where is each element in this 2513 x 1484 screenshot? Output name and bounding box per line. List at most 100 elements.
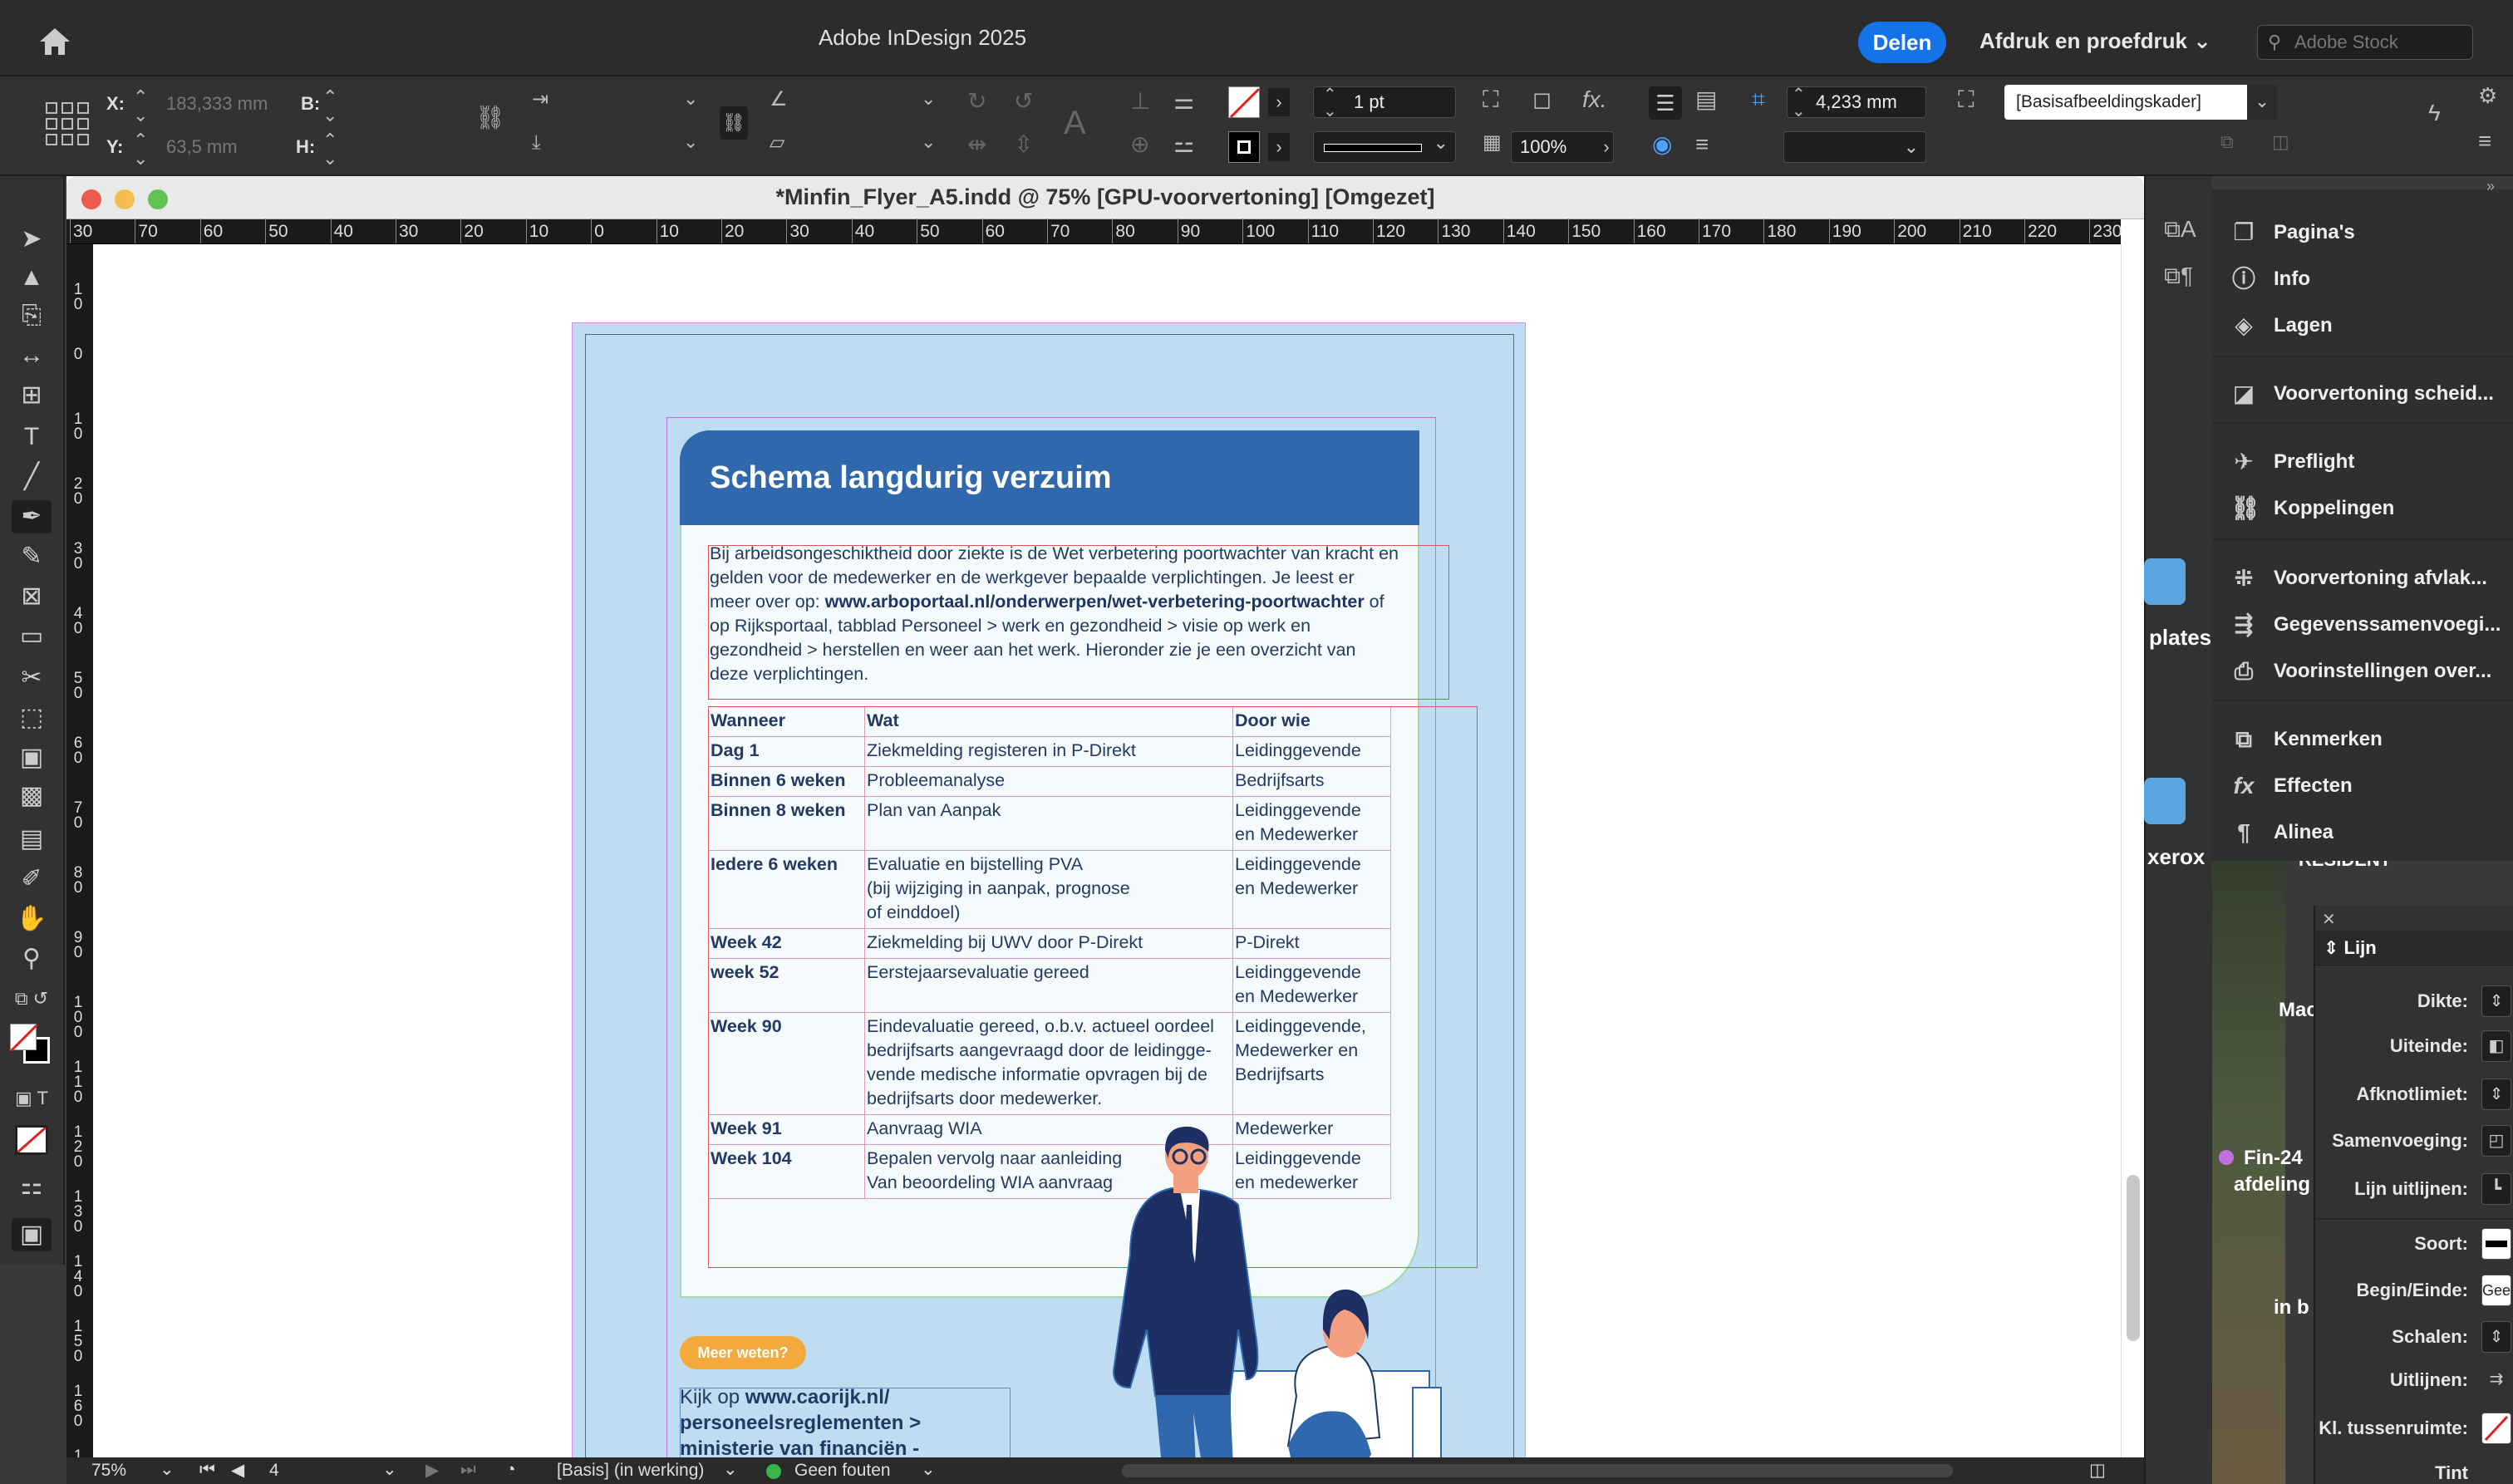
object-style-dropdown[interactable]: [Basisafbeeldingskader] ⌄ <box>2004 85 2277 120</box>
share-button[interactable]: Delen <box>1858 22 1946 63</box>
next-page-icon[interactable]: ▶ <box>425 1460 439 1481</box>
panel-effects[interactable]: fx Effecten <box>2212 763 2513 809</box>
panel-menu-icon[interactable]: ≡ <box>2478 130 2491 153</box>
gap-tool-icon[interactable]: ↔ <box>12 339 52 372</box>
rotate-angle-icon[interactable]: ∠ <box>770 90 788 110</box>
paragraph-styles-icon[interactable]: ⧉¶ <box>2164 264 2193 287</box>
preflight-profile[interactable]: [Basis] (in werking) <box>557 1461 704 1481</box>
fill-menu-button[interactable]: › <box>1268 88 1290 116</box>
panel-info[interactable]: ⓘ Info <box>2212 256 2513 302</box>
stroke-menu-button[interactable]: › <box>1268 133 1290 161</box>
flip-horizontal-icon[interactable]: ⇹ <box>967 133 986 156</box>
direct-selection-tool-icon[interactable]: ▲ <box>12 261 52 294</box>
weight-stepper[interactable]: ⇕ <box>2481 985 2511 1017</box>
horizontal-ruler[interactable]: 30 70 60 50 40 30 20 10 0 10 20 30 40 50 60 70 80 90 100 11… <box>66 219 2187 244</box>
panel-links[interactable]: ⛓ Koppelingen <box>2212 485 2513 532</box>
object-style-icon[interactable]: ⛶ <box>1958 88 1974 111</box>
align-bottom-icon[interactable]: ≡ <box>1695 133 1709 156</box>
screen-mode-icon[interactable]: ▣ <box>12 1218 52 1251</box>
line-tool-icon[interactable]: ╱ <box>12 460 52 494</box>
fill-color-icon[interactable] <box>9 1023 39 1053</box>
gpu-icon[interactable]: ◉ <box>1652 133 1672 156</box>
scale-y-icon[interactable]: ⤓ <box>532 133 541 153</box>
ref-width-stepper[interactable]: ⌃ ⌄ <box>1792 86 1806 120</box>
gap-color-swatch[interactable] <box>2481 1413 2511 1444</box>
align-arrow-button[interactable]: ⇉ <box>2481 1364 2511 1396</box>
panel-attributes[interactable]: ⧉ Kenmerken <box>2212 716 2513 763</box>
meer-weten-badge[interactable]: Meer weten? <box>680 1336 806 1369</box>
type-tool-icon[interactable]: T <box>12 420 52 454</box>
note-tool-icon[interactable]: ▤ <box>12 823 52 856</box>
page-number-field[interactable]: 4 <box>269 1461 279 1481</box>
close-panel-icon[interactable]: ✕ <box>2322 909 2336 930</box>
settings-gear-icon[interactable]: ⚙ <box>2478 85 2497 106</box>
page-dropdown-icon[interactable]: ⌄ <box>382 1459 397 1480</box>
begin-end-dropdown[interactable]: Gee <box>2481 1275 2511 1306</box>
vertical-scrollbar[interactable] <box>2121 244 2144 1457</box>
rotate-cw-icon[interactable]: ↻ <box>967 90 986 113</box>
panel-layers[interactable]: ◈ Lagen <box>2212 302 2513 349</box>
panel-preflight[interactable]: ✈ Preflight <box>2212 439 2513 485</box>
vertical-ruler[interactable]: 1 0 0 1 0 2 0 3 0 4 0 5 0 6 0 7 0 8 0 9 0 1 0 0 1 1 … <box>66 244 93 1484</box>
opacity-menu-button[interactable]: › <box>1596 133 1617 161</box>
stroke-swatch[interactable] <box>1228 131 1260 163</box>
eyedropper-tool-icon[interactable]: ✐ <box>12 862 52 896</box>
horizontal-scroll-thumb[interactable] <box>1122 1464 1953 1477</box>
fx-icon[interactable]: fx. <box>1582 88 1607 111</box>
align-stroke-button[interactable]: ┗ <box>2481 1173 2511 1205</box>
shear-angle-icon[interactable]: ▱ <box>770 133 784 153</box>
panel-pages[interactable]: ❐ Pagina's <box>2212 209 2513 256</box>
default-colors-icon[interactable]: ⧉ ↺ <box>12 982 52 1015</box>
text-frame-icon[interactable]: A <box>1064 106 1086 140</box>
split-view-icon[interactable]: ◫ <box>2089 1460 2106 1481</box>
fit-content-icon[interactable]: ⛶ <box>1483 88 1499 111</box>
rectangle-frame-tool-icon[interactable]: ⊠ <box>12 580 52 613</box>
page-tool-icon[interactable]: ⎘ <box>12 299 52 332</box>
reference-point-icon[interactable] <box>45 101 90 146</box>
zoom-level[interactable]: 75% <box>91 1461 126 1481</box>
quick-actions-icon[interactable]: ϟ <box>2428 101 2441 125</box>
view-mode-icon[interactable]: ⚏ <box>12 1170 52 1203</box>
workspace-switcher[interactable]: Afdruk en proefdruk ⌄ <box>1979 28 2211 54</box>
panel-presets[interactable]: ⎙ Voorinstellingen over... <box>2212 648 2513 695</box>
scissors-tool-icon[interactable]: ✂ <box>12 661 52 695</box>
text-wrap-bbox-icon[interactable]: ▤ <box>1695 88 1717 111</box>
gradient-swatch-tool-icon[interactable]: ▣ <box>12 741 52 774</box>
opacity-icon[interactable]: ▦ <box>1483 133 1502 153</box>
vertical-scroll-thumb[interactable] <box>2127 1175 2140 1341</box>
distribute-center-icon[interactable]: ⚍ <box>1173 133 1194 156</box>
chevron-down-icon[interactable]: ⌄ <box>160 1459 175 1480</box>
panel-paragraph[interactable]: ¶ Alinea <box>2212 809 2513 856</box>
collapse-panels-icon[interactable]: » <box>2486 178 2495 195</box>
align-center-icon[interactable]: ⊕ <box>1130 133 1149 156</box>
scale-x-icon[interactable]: ⇥ <box>532 90 548 110</box>
rotate-ccw-icon[interactable]: ↺ <box>1014 90 1033 113</box>
stroke-type-dropdown[interactable]: ⌄ <box>1313 131 1456 163</box>
free-transform-tool-icon[interactable]: ⬚ <box>12 701 52 735</box>
panel-separations[interactable]: ◪ Voorvertoning scheid... <box>2212 371 2513 417</box>
content-collector-icon[interactable]: ⊞ <box>12 379 52 412</box>
type-dropdown[interactable] <box>2481 1228 2511 1260</box>
y-field[interactable]: 63,5 mm <box>166 136 238 158</box>
drop-shadow-icon[interactable]: ◻ <box>1532 88 1552 111</box>
gradient-feather-tool-icon[interactable]: ▩ <box>12 779 52 813</box>
scale-stepper[interactable]: ⇕ <box>2481 1321 2511 1353</box>
pencil-tool-icon[interactable]: ✎ <box>12 540 52 573</box>
width-stepper[interactable]: ⌃ ⌄ <box>322 88 337 125</box>
shear-dropdown[interactable]: ⌄ <box>921 133 936 151</box>
miter-stepper[interactable]: ⇕ <box>2481 1079 2511 1110</box>
flip-vertical-icon[interactable]: ⇳ <box>1014 133 1033 156</box>
panel-data-merge[interactable]: ⇶ Gegevenssamenvoegi... <box>2212 602 2513 648</box>
clear-overrides-icon[interactable]: ⧉ <box>2220 133 2234 151</box>
ref-size-icon[interactable]: ⌗ <box>1752 88 1765 111</box>
align-top-icon[interactable]: ⊥ <box>1130 90 1150 113</box>
people-illustration[interactable] <box>1080 1122 1463 1484</box>
last-page-icon[interactable]: ⏭ <box>460 1460 476 1480</box>
stroke-weight-stepper[interactable]: ⌃ ⌄ <box>1323 86 1337 120</box>
ref-width-field[interactable]: 4,233 mm <box>1787 86 1926 118</box>
empty-dropdown[interactable]: ⌄ <box>1783 131 1926 163</box>
rectangle-tool-icon[interactable]: ▭ <box>12 620 52 653</box>
fill-swatch[interactable] <box>1228 86 1261 119</box>
join-button[interactable]: ◰ <box>2481 1125 2511 1157</box>
character-styles-icon[interactable]: ⧉A <box>2164 218 2196 241</box>
